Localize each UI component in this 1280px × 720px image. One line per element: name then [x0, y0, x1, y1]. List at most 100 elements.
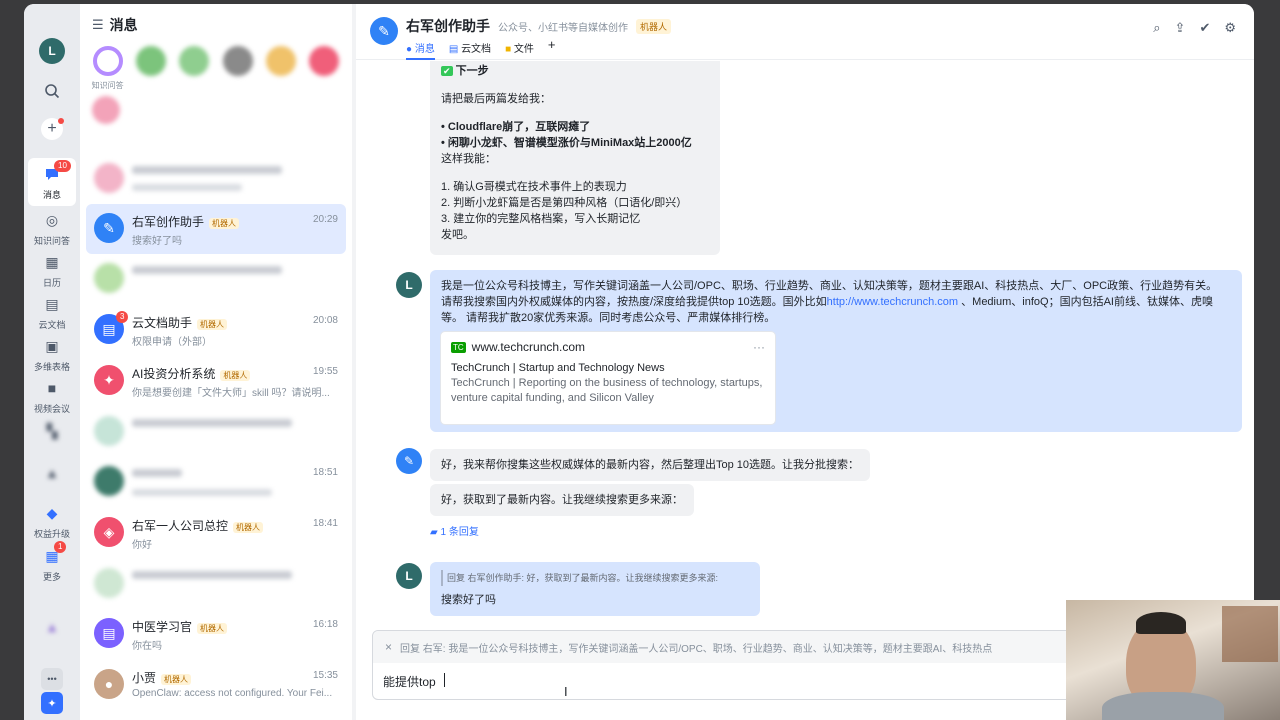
- unread-badge: 10: [54, 160, 71, 172]
- quick-item[interactable]: [220, 46, 255, 91]
- conv-time: 15:35: [312, 670, 338, 681]
- rail-label: 知识问答: [33, 236, 70, 246]
- conversation-list-pane: ☰ 消息 知识问答 ✎ 右军创作助手 机器人 20:29 搜索好了吗 ▤ 3 云…: [80, 4, 352, 720]
- quick-access-row: 知识问答: [80, 46, 352, 91]
- video-icon: ■: [47, 380, 57, 396]
- nav-rail: L + 消息 10 ◎ 知识问答 ▦ 日历 ▤ 云文档 ▣ 多维表格 ■ 视频会…: [24, 4, 80, 720]
- chat-subtitle: 公众号、小红书等自媒体创作: [498, 22, 628, 34]
- list-item[interactable]: ▤ 中医学习官 机器人 16:18 你在吗: [86, 609, 346, 659]
- rail-item-blurred[interactable]: ▲: [24, 616, 80, 641]
- chat-tabs: ● 消息 ▤ 云文档 ■ 文件 +: [406, 38, 556, 60]
- message-input[interactable]: 能提供top: [383, 673, 436, 690]
- card-domain: www.techcrunch.com: [471, 340, 586, 354]
- conv-name: 右军一人公司总控: [132, 519, 229, 533]
- star-icon: ✦: [94, 365, 124, 395]
- bot-avatar[interactable]: ✎: [396, 448, 422, 474]
- bot-tag: 机器人: [161, 674, 192, 685]
- card-title: TechCrunch | Startup and Technology News: [451, 362, 665, 374]
- tab-files[interactable]: ■ 文件: [505, 40, 534, 60]
- quick-item[interactable]: [133, 46, 168, 91]
- list-item[interactable]: [86, 407, 346, 457]
- list-item[interactable]: [86, 559, 346, 609]
- rail-item-calendar[interactable]: ▦ 日历: [24, 251, 80, 289]
- rail-item-workplace[interactable]: ▲: [24, 462, 80, 487]
- close-reply-icon[interactable]: ×: [385, 640, 392, 654]
- quick-item-knowledge[interactable]: 知识问答: [90, 46, 125, 91]
- conv-name: 右军创作助手: [132, 215, 205, 229]
- box-icon: ◈: [94, 517, 124, 547]
- conv-name: 中医学习官: [132, 620, 193, 634]
- rail-item-docs[interactable]: ▤ 云文档: [24, 293, 80, 331]
- list-item[interactable]: [86, 154, 346, 204]
- bot-avatar[interactable]: ✎: [370, 17, 398, 45]
- more-menu-button[interactable]: •••: [24, 668, 80, 693]
- conv-time: 19:55: [312, 366, 338, 377]
- rail-label: 视频会议: [33, 404, 70, 414]
- tab-messages[interactable]: ● 消息: [406, 40, 435, 60]
- user-avatar[interactable]: L: [39, 38, 65, 64]
- chat-header: ✎ 右军创作助手 公众号、小红书等自媒体创作 机器人 ● 消息 ▤ 云文档 ■ …: [356, 4, 1254, 60]
- link[interactable]: http://www.techcrunch.com: [827, 296, 958, 308]
- quick-item[interactable]: [263, 46, 298, 91]
- rail-item-base[interactable]: ▣ 多维表格: [24, 335, 80, 373]
- tab-docs[interactable]: ▤ 云文档: [449, 40, 491, 60]
- doc-icon: ▤: [448, 44, 459, 55]
- user-avatar[interactable]: L: [396, 563, 422, 589]
- workplace-icon: ▲: [45, 465, 59, 481]
- card-more-icon[interactable]: ···: [753, 340, 765, 354]
- unread-badge: 3: [116, 311, 129, 323]
- link-preview-card[interactable]: TC www.techcrunch.com ··· TechCrunch | S…: [440, 331, 776, 425]
- list-item[interactable]: 18:51: [86, 457, 346, 507]
- user-avatar[interactable]: L: [396, 272, 422, 298]
- conv-time: 18:51: [312, 467, 338, 478]
- rail-label: 云文档: [38, 320, 66, 330]
- settings-icon[interactable]: ⚙: [1224, 20, 1236, 36]
- quick-label: 知识问答: [91, 81, 124, 90]
- reply-thread-link[interactable]: ▰ 1 条回复: [430, 523, 479, 538]
- app-logo[interactable]: ✦: [24, 692, 80, 717]
- rail-item-messages[interactable]: 消息 10: [28, 158, 76, 206]
- list-item[interactable]: ✦ AI投资分析系统 机器人 19:55 你是想要创建「文件大师」skill 吗？…: [86, 356, 346, 406]
- bot-message: 好，我来帮你搜集这些权威媒体的最新内容，然后整理出Top 10选题。让我分批搜索…: [430, 449, 871, 481]
- bot-tag: 机器人: [209, 218, 240, 229]
- list-item[interactable]: ● 小贾 机器人 15:35 OpenClaw: access not confi…: [86, 660, 346, 710]
- calendar-icon: ▦: [45, 253, 59, 270]
- folder-icon: ■: [505, 44, 512, 55]
- quick-item[interactable]: [92, 96, 120, 124]
- chat-title: 右军创作助手: [406, 18, 490, 34]
- rail-item-apps[interactable]: ▚: [24, 420, 80, 445]
- list-item[interactable]: ◈ 右军一人公司总控 机器人 18:41 你好: [86, 508, 346, 558]
- search-button[interactable]: [24, 80, 80, 105]
- diamond-icon: ◆: [46, 504, 58, 521]
- logo-icon: ✦: [41, 692, 63, 714]
- card-desc: TechCrunch | Reporting on the business o…: [451, 377, 763, 404]
- app-icon: ▲: [45, 619, 59, 635]
- knowledge-ring-icon: [92, 46, 123, 76]
- quick-item[interactable]: [177, 46, 212, 91]
- rail-item-upgrade[interactable]: ◆ 权益升级: [24, 502, 80, 540]
- add-tab-button[interactable]: +: [548, 38, 556, 60]
- apps-icon: ▚: [46, 422, 58, 439]
- rail-label: 权益升级: [33, 529, 70, 539]
- quick-item[interactable]: [307, 46, 342, 91]
- conv-preview: 你在吗: [132, 641, 162, 652]
- create-button[interactable]: +: [24, 118, 80, 143]
- list-item[interactable]: ▤ 3 云文档助手 机器人 20:08 权限申请（外部）: [86, 305, 346, 355]
- check-icon[interactable]: ✔: [1199, 20, 1210, 36]
- presenter-shirt: [1102, 692, 1224, 720]
- list-item[interactable]: [86, 254, 346, 304]
- rail-item-more[interactable]: ▦ 更多 1: [24, 541, 80, 583]
- person-icon: ●: [94, 669, 124, 699]
- search-chat-icon[interactable]: ⌕: [1153, 20, 1160, 36]
- knowledge-icon: ◎: [45, 211, 59, 228]
- list-header: ☰ 消息: [80, 4, 352, 46]
- conv-preview: 权限申请（外部）: [132, 337, 212, 348]
- checkbox-icon: ✔: [441, 66, 453, 76]
- rail-item-knowledge[interactable]: ◎ 知识问答: [24, 209, 80, 247]
- share-icon[interactable]: ⇪: [1175, 20, 1186, 36]
- rail-item-meetings[interactable]: ■ 视频会议: [24, 377, 80, 415]
- list-item-active[interactable]: ✎ 右军创作助手 机器人 20:29 搜索好了吗: [86, 204, 346, 254]
- reply-hint: 回复 右军: 我是一位公众号科技博主，写作关键词涵盖一人公司/OPC、职场、行业…: [400, 643, 993, 655]
- rail-label: 更多: [42, 572, 61, 582]
- ellipsis-icon: •••: [41, 668, 63, 690]
